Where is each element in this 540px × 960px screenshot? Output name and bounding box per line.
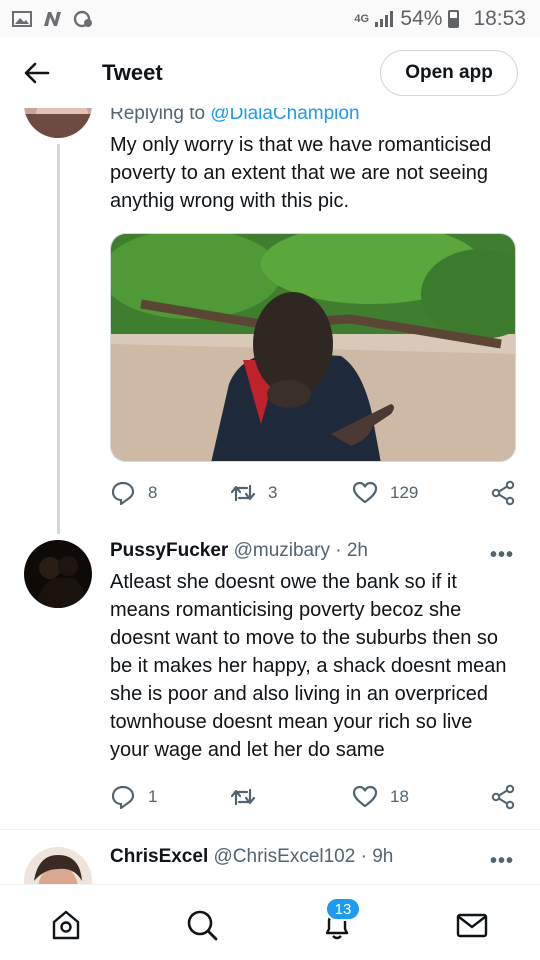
reply-button[interactable]: 8 (110, 480, 157, 506)
network-type: 4G (354, 13, 370, 25)
tweet[interactable]: ChrisExcel @ChrisExcel102 · 9h ••• (0, 842, 540, 884)
retweet-button[interactable]: 3 (230, 480, 277, 506)
reply-button[interactable]: 1 (110, 784, 157, 810)
battery-percent: 54% (400, 7, 443, 30)
status-bar: 4G 54% 18:53 (0, 0, 540, 38)
reply-icon (111, 481, 135, 506)
timestamp[interactable]: · 9h (361, 846, 394, 867)
status-left-icons (12, 10, 94, 28)
status-right: 4G 54% 18:53 (354, 7, 526, 31)
display-name[interactable]: ChrisExcel (110, 846, 208, 867)
nav-search[interactable] (182, 905, 222, 945)
top-app-bar: Tweet Open app (0, 38, 540, 108)
tweet[interactable]: PussyFucker @muzibary · 2h Atleast she d… (0, 534, 540, 824)
replying-to-label: Replying to (110, 108, 206, 124)
tweet-actions: 8 3 129 (110, 480, 520, 510)
retweet-icon (230, 788, 256, 806)
messages-icon (456, 913, 488, 938)
replying-to: Replying to @DialaChampion (110, 108, 520, 125)
tweet-thread: Replying to @DialaChampion My only worry… (0, 108, 540, 884)
retweet-count: 3 (268, 483, 278, 502)
home-icon (52, 910, 80, 940)
thread-line (57, 144, 60, 534)
display-name[interactable]: PussyFucker (110, 540, 228, 561)
like-count: 18 (390, 787, 409, 806)
share-icon (491, 480, 515, 506)
tweet[interactable]: Replying to @DialaChampion My only worry… (0, 108, 540, 534)
n-app-icon (44, 12, 61, 26)
retweet-icon (230, 484, 256, 502)
reply-count: 8 (148, 483, 158, 502)
gallery-icon (12, 11, 32, 27)
tweet-text: My only worry is that we have romanticis… (110, 134, 492, 212)
clock: 18:53 (473, 7, 526, 30)
share-button[interactable] (490, 784, 516, 810)
avatar[interactable] (24, 847, 92, 884)
user-handle[interactable]: @muzibary (234, 540, 330, 561)
heart-icon (352, 785, 378, 808)
share-button[interactable] (490, 480, 516, 506)
like-count: 129 (390, 483, 419, 502)
battery-level (450, 18, 458, 26)
user-handle[interactable]: @ChrisExcel102 (214, 846, 356, 867)
nav-messages[interactable] (452, 905, 492, 945)
back-arrow-icon (24, 62, 50, 84)
back-button[interactable] (14, 50, 60, 96)
page-title: Tweet (102, 60, 163, 85)
like-button[interactable]: 18 (352, 784, 409, 810)
share-icon (491, 784, 515, 810)
tweet-divider (0, 829, 540, 830)
retweet-button[interactable] (230, 784, 268, 810)
tweet-image[interactable] (110, 233, 516, 462)
avatar[interactable] (24, 540, 92, 608)
open-app-button[interactable]: Open app (380, 50, 518, 96)
nav-home[interactable] (46, 905, 86, 945)
timestamp[interactable]: · 2h (335, 540, 368, 561)
tweet-actions: 1 18 (110, 784, 520, 814)
signal-icon (375, 11, 394, 27)
battery-icon (448, 10, 460, 28)
notification-badge: 13 (325, 897, 361, 921)
search-icon (187, 910, 218, 941)
mention-link[interactable]: @DialaChampion (210, 108, 359, 124)
tweet-text: Atleast she doesnt owe the bank so if it… (110, 571, 507, 761)
heart-icon (352, 481, 378, 504)
like-button[interactable]: 129 (352, 480, 418, 506)
more-options-button[interactable]: ••• (490, 850, 514, 873)
sync-icon (73, 10, 92, 28)
reply-count: 1 (148, 787, 158, 806)
tweet-header: ChrisExcel @ChrisExcel102 · 9h (110, 846, 520, 868)
reply-icon (111, 785, 135, 810)
bottom-navigation: 13 (0, 884, 540, 960)
tweet-header: PussyFucker @muzibary · 2h (110, 540, 520, 562)
more-options-button[interactable]: ••• (490, 544, 514, 567)
avatar[interactable] (24, 108, 92, 138)
